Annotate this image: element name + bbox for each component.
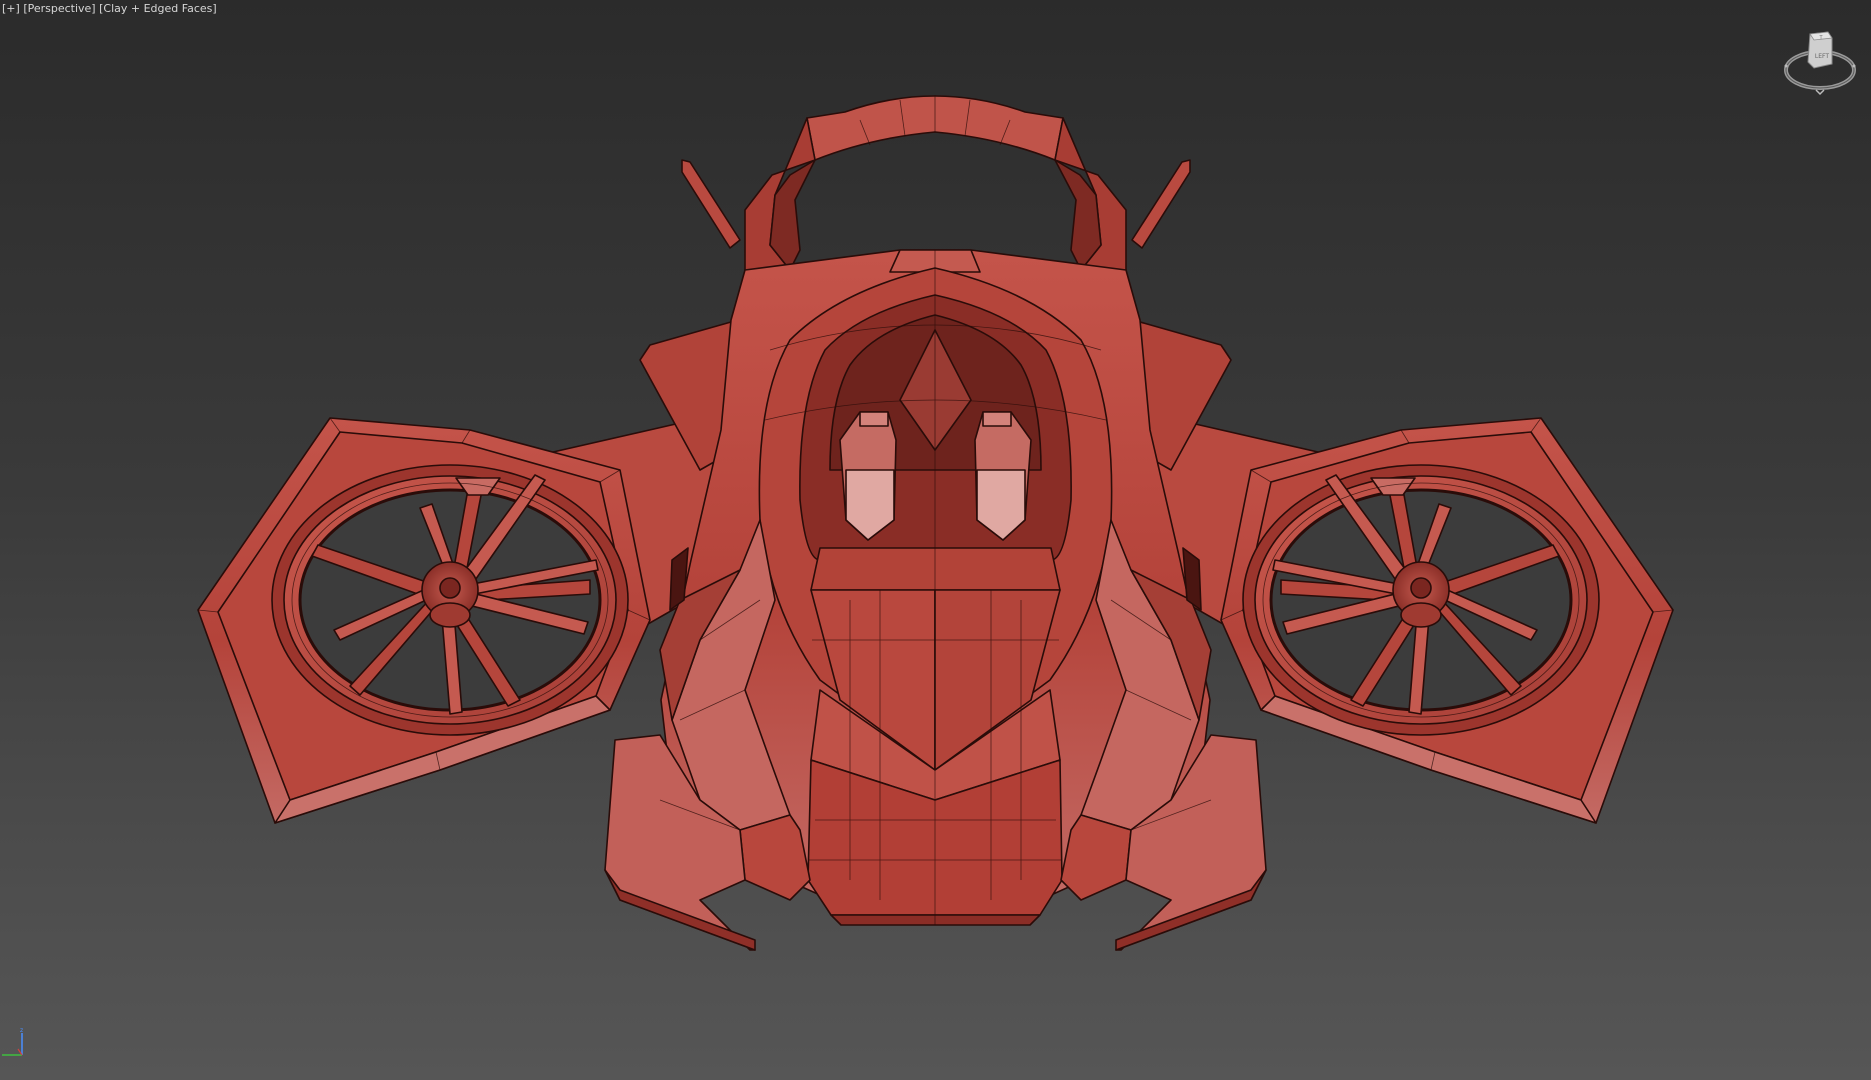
left-seat [839, 411, 897, 541]
axis-z-label: z [20, 1027, 23, 1034]
perspective-viewport[interactable]: [+] [Perspective] [Clay + Edged Faces] T… [0, 0, 1871, 1080]
aircraft-model[interactable] [0, 0, 1871, 1080]
axis-tripod-icon: z [2, 1027, 23, 1056]
viewcube-face-label: LEFT [1815, 53, 1829, 60]
viewcube-icon[interactable]: T LEFT [1780, 28, 1860, 98]
right-seat [974, 411, 1032, 541]
